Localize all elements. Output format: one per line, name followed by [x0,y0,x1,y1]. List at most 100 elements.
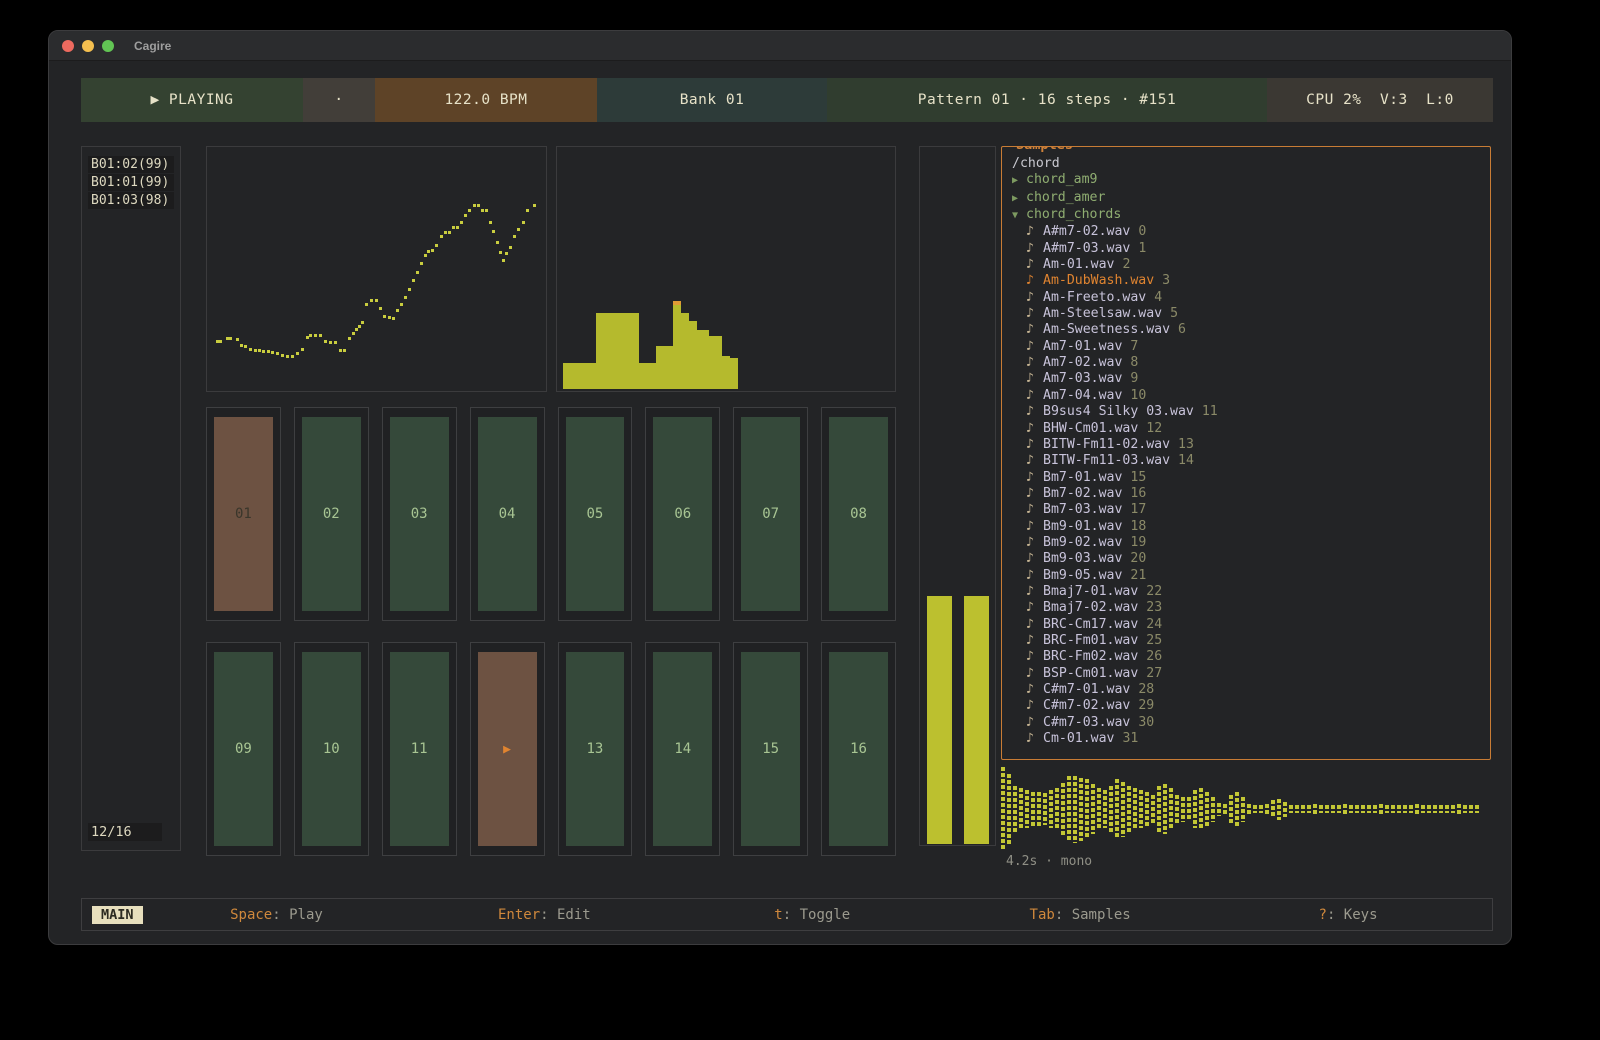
sample-file-name: Am7-04.wav [1043,388,1122,403]
pad-15[interactable]: 15 [733,642,808,856]
note-icon: ♪ [1026,486,1043,502]
sample-file-index: 15 [1130,470,1146,485]
pitch-curve-chart [206,146,547,392]
sample-file-row[interactable]: ♪C#m7-01.wav28 [1012,682,1480,698]
mode-badge: MAIN [92,906,143,924]
pad-label: 09 [214,652,273,846]
pad-05[interactable]: 05 [558,407,633,621]
sample-file-row[interactable]: ♪Bm9-02.wav19 [1012,535,1480,551]
voice-slot: B01:03(98) [88,192,174,209]
pad-04[interactable]: 04 [470,407,545,621]
sample-file-name: BRC-Cm17.wav [1043,617,1138,632]
sample-file-row[interactable]: ♪Am-Steelsaw.wav5 [1012,306,1480,322]
sample-file-row[interactable]: ♪Bm7-02.wav16 [1012,486,1480,502]
sample-file-row[interactable]: ♪Bm9-01.wav18 [1012,519,1480,535]
note-icon: ♪ [1026,241,1043,257]
window-title: Cagire [134,39,171,53]
sample-file-index: 10 [1130,388,1146,403]
sample-file-row[interactable]: ♪BRC-Fm02.wav26 [1012,649,1480,665]
pad-16[interactable]: 16 [821,642,896,856]
sample-file-row[interactable]: ♪Bmaj7-01.wav22 [1012,584,1480,600]
sample-file-row[interactable]: ♪Am7-04.wav10 [1012,388,1480,404]
sample-file-row[interactable]: ♪BRC-Fm01.wav25 [1012,633,1480,649]
sample-file-row[interactable]: ♪Am7-03.wav9 [1012,371,1480,387]
note-icon: ♪ [1026,649,1043,665]
key-hint-play: Space: Play [143,907,411,923]
pad-03[interactable]: 03 [382,407,457,621]
sample-file-row[interactable]: ♪Am-Freeto.wav4 [1012,290,1480,306]
sample-file-index: 14 [1178,453,1194,468]
sample-file-name: Bmaj7-02.wav [1043,600,1138,615]
key-hints: Space: PlayEnter: Editt: ToggleTab: Samp… [143,907,1482,923]
sample-file-row[interactable]: ♪BITW-Fm11-03.wav14 [1012,453,1480,469]
sample-file-index: 20 [1130,551,1146,566]
sample-file-row[interactable]: ♪Am7-01.wav7 [1012,339,1480,355]
sample-file-row[interactable]: ♪C#m7-02.wav29 [1012,698,1480,714]
status-bar: ▶ PLAYING·122.0 BPMBank 01Pattern 01 · 1… [81,78,1493,122]
zoom-button[interactable] [102,40,114,52]
sample-file-index: 12 [1146,421,1162,436]
note-icon: ♪ [1026,224,1043,240]
status-segment-system-stats: CPU 2% V:3 L:0 [1267,78,1493,122]
sample-file-name: C#m7-01.wav [1043,682,1130,697]
pad-13[interactable]: 13 [558,642,633,856]
folder-name: chord_am9 [1026,172,1097,187]
folder-row[interactable]: ▼chord_chords [1012,207,1480,224]
samples-browser-panel[interactable]: Samples /chord▶chord_am9▶chord_amer▼chor… [1001,146,1491,760]
note-icon: ♪ [1026,322,1043,338]
sample-file-row[interactable]: ♪Bm9-05.wav21 [1012,568,1480,584]
sample-file-row[interactable]: ♪A#m7-02.wav 0 [1012,224,1480,240]
sample-file-row[interactable]: ♪Am-01.wav2 [1012,257,1480,273]
sample-file-index: 5 [1170,306,1178,321]
sample-file-row[interactable]: ♪BHW-Cm01.wav12 [1012,421,1480,437]
note-icon: ♪ [1026,535,1043,551]
sample-file-index: 24 [1146,617,1162,632]
voice-slot: B01:01(99) [88,174,174,191]
pad-11[interactable]: 11 [382,642,457,856]
pad-label: 15 [741,652,800,846]
folder-row[interactable]: ▶chord_amer [1012,190,1480,207]
minimize-button[interactable] [82,40,94,52]
sample-file-row[interactable]: ♪Cm-01.wav31 [1012,731,1480,747]
sample-file-index: 25 [1146,633,1162,648]
sample-file-name: Am7-01.wav [1043,339,1122,354]
sample-file-row[interactable]: ♪Bmaj7-02.wav23 [1012,600,1480,616]
close-button[interactable] [62,40,74,52]
pad-09[interactable]: 09 [206,642,281,856]
pad-02[interactable]: 02 [294,407,369,621]
note-icon: ♪ [1026,731,1043,747]
status-segment-pattern[interactable]: Pattern 01 · 16 steps · #151 [827,78,1267,122]
pad-07[interactable]: 07 [733,407,808,621]
sample-file-row[interactable]: ♪Am7-02.wav8 [1012,355,1480,371]
sample-file-row[interactable]: ♪BRC-Cm17.wav24 [1012,617,1480,633]
sample-file-index: 7 [1130,339,1138,354]
note-icon: ♪ [1026,519,1043,535]
sample-file-index: 0 [1138,224,1146,239]
sample-file-row[interactable]: ♪C#m7-03.wav30 [1012,715,1480,731]
note-icon: ♪ [1026,584,1043,600]
folder-row[interactable]: ▶chord_am9 [1012,172,1480,189]
voice-slot: B01:02(99) [88,156,174,173]
pad-08[interactable]: 08 [821,407,896,621]
sample-file-row[interactable]: ♪BITW-Fm11-02.wav13 [1012,437,1480,453]
sample-file-name: A#m7-02.wav [1043,224,1130,239]
pad-06[interactable]: 06 [645,407,720,621]
status-segment-transport[interactable]: ▶ PLAYING [81,78,303,122]
pad-12[interactable]: ▶ [470,642,545,856]
pad-10[interactable]: 10 [294,642,369,856]
sample-file-row[interactable]: ♪B9sus4 Silky 03.wav11 [1012,404,1480,420]
sample-file-index: 3 [1162,273,1170,288]
sample-file-row[interactable]: ♪BSP-Cm01.wav27 [1012,666,1480,682]
pad-14[interactable]: 14 [645,642,720,856]
sample-file-row[interactable]: ♪Am-DubWash.wav3 [1012,273,1480,289]
sample-file-row[interactable]: ♪Am-Sweetness.wav6 [1012,322,1480,338]
hint-key: t [774,907,782,923]
status-segment-bpm[interactable]: 122.0 BPM [375,78,597,122]
sample-file-name: BRC-Fm01.wav [1043,633,1138,648]
sample-file-row[interactable]: ♪Bm9-03.wav20 [1012,551,1480,567]
sample-file-row[interactable]: ♪A#m7-03.wav1 [1012,241,1480,257]
status-segment-bank[interactable]: Bank 01 [597,78,827,122]
sample-file-row[interactable]: ♪Bm7-01.wav15 [1012,470,1480,486]
pad-01[interactable]: 01 [206,407,281,621]
sample-file-row[interactable]: ♪Bm7-03.wav17 [1012,502,1480,518]
